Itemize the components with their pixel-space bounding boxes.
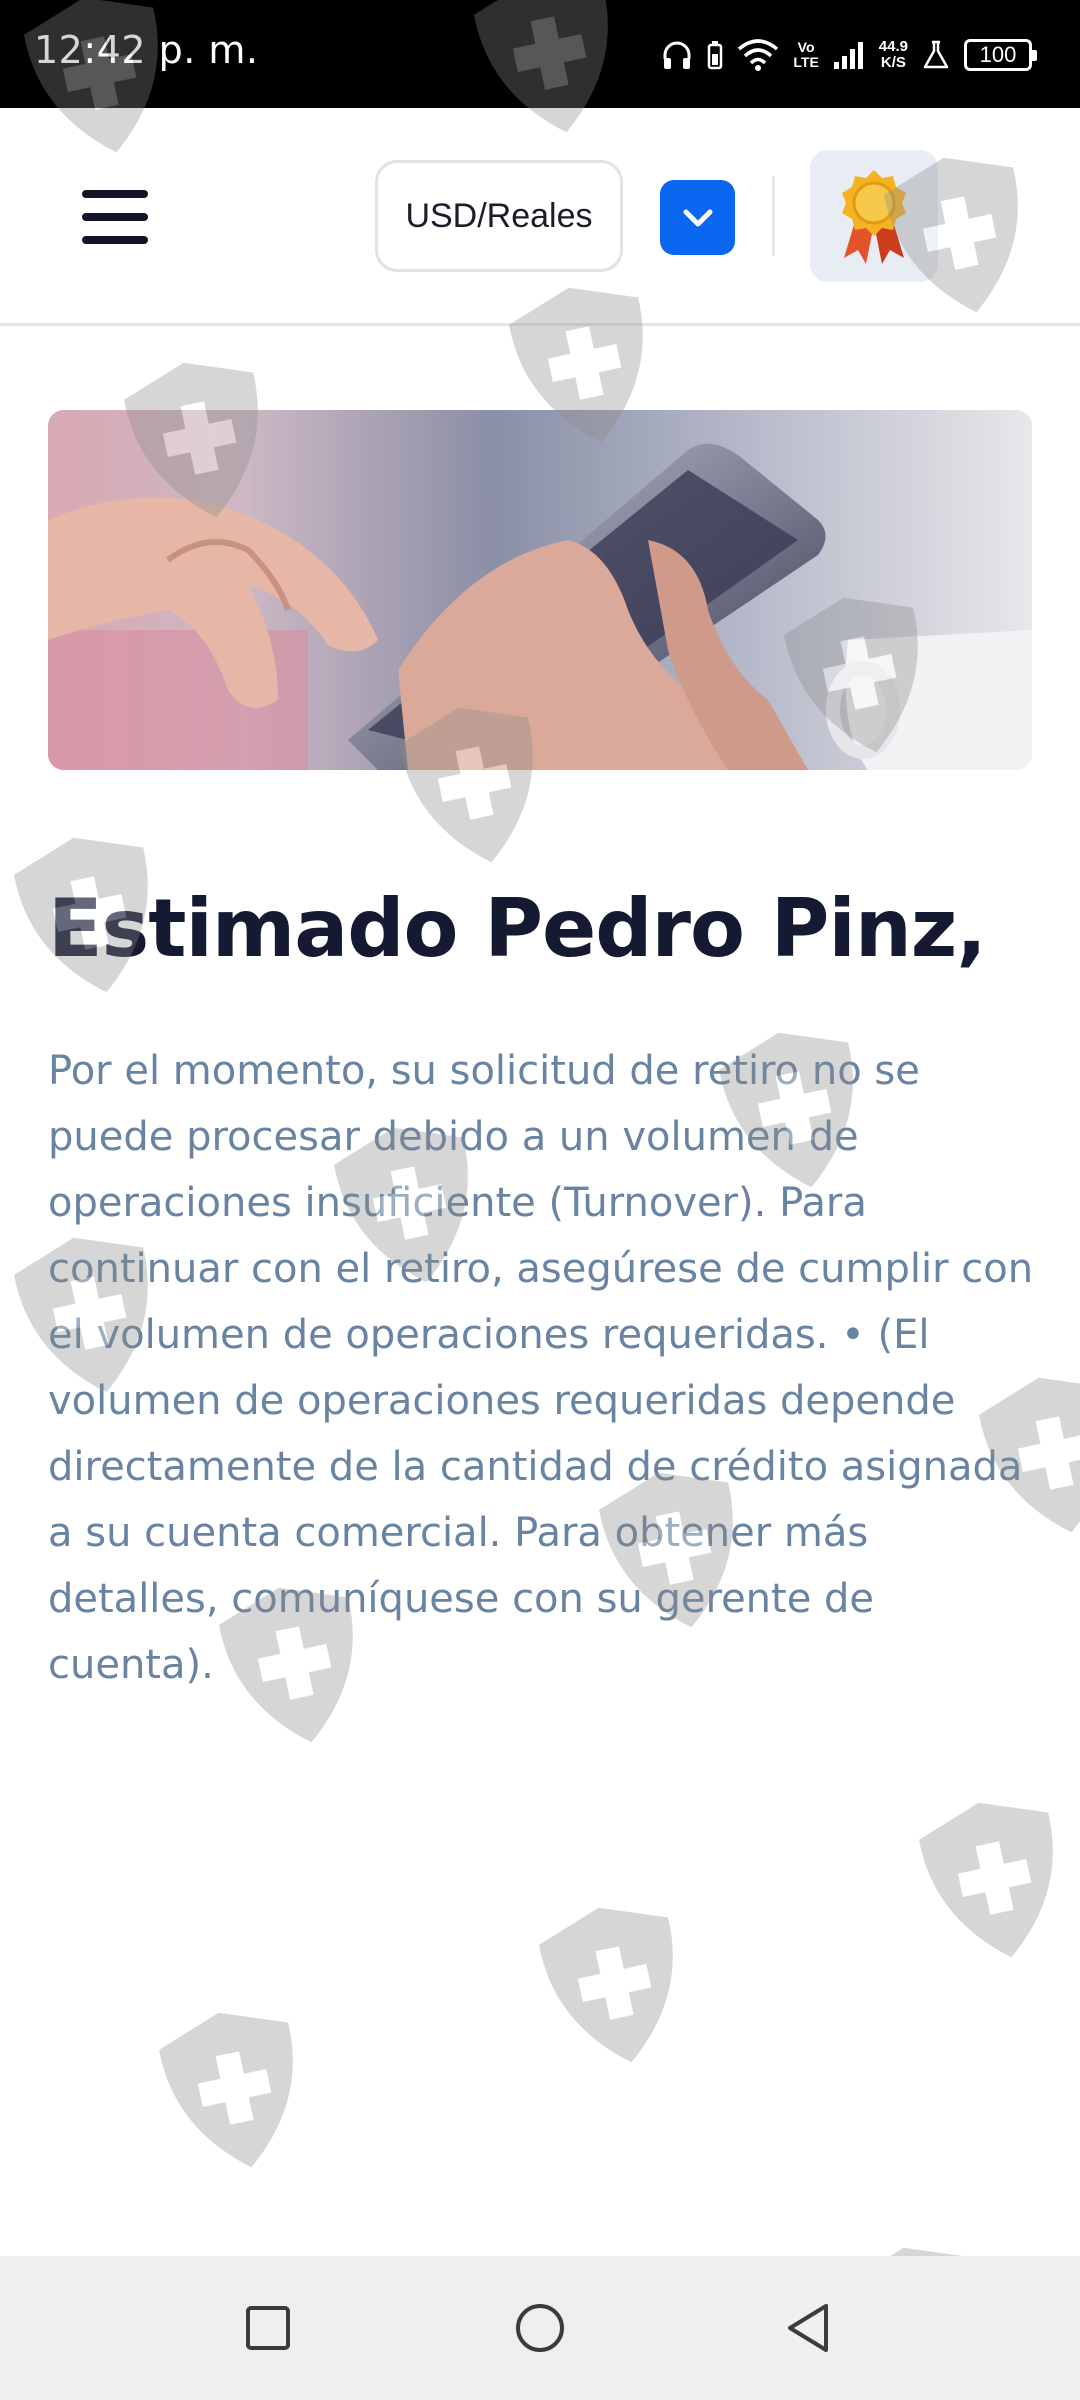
hand-holding-smartphone-photo xyxy=(48,410,1032,770)
battery-level: 100 xyxy=(979,42,1017,67)
system-nav-bar xyxy=(0,2256,1080,2400)
recents-square-icon[interactable] xyxy=(236,2296,300,2360)
wifi-icon xyxy=(738,39,779,71)
currency-label: USD/Reales xyxy=(405,196,593,235)
signal-icon xyxy=(833,42,863,69)
home-circle-icon[interactable] xyxy=(508,2296,572,2360)
status-bar: 12:42 p. m. Vo LTE 44.9 K/S 100 xyxy=(0,0,1080,108)
net-speed-icon: 44.9 K/S xyxy=(879,39,908,71)
battery-icon: 100 xyxy=(964,39,1037,71)
shield-watermark-icon xyxy=(919,1802,1053,1958)
status-icons: Vo LTE 44.9 K/S 100 xyxy=(661,30,1037,80)
hero-image xyxy=(48,410,1032,770)
withdrawal-message: Por el momento, su solicitud de retiro n… xyxy=(48,1048,1034,1688)
chevron-down-icon xyxy=(683,209,712,226)
volte-top: Vo xyxy=(797,39,815,55)
volte-bottom: LTE xyxy=(793,54,819,70)
app-header: USD/Reales xyxy=(0,108,1080,326)
shield-watermark-icon xyxy=(159,2012,293,2168)
award-badge-icon xyxy=(842,170,906,264)
hamburger-menu-icon[interactable] xyxy=(82,190,148,244)
currency-dropdown-button[interactable] xyxy=(660,180,735,255)
battery-saver-icon xyxy=(708,41,723,70)
status-time: 12:42 p. m. xyxy=(34,28,259,72)
shield-watermark-icon xyxy=(539,1907,673,2063)
greeting-heading: Estimado Pedro Pinz, xyxy=(48,882,987,975)
back-triangle-icon[interactable] xyxy=(776,2296,840,2360)
headphones-icon xyxy=(663,41,691,69)
volte-icon: Vo LTE xyxy=(793,40,818,70)
screen: 12:42 p. m. Vo LTE 44.9 K/S 100 USD/Real… xyxy=(0,0,1080,2400)
flask-icon xyxy=(923,40,949,69)
net-speed-value: 44.9 xyxy=(878,38,908,55)
net-speed-unit: K/S xyxy=(880,54,906,71)
currency-selector[interactable]: USD/Reales xyxy=(375,160,623,272)
header-divider xyxy=(772,176,775,256)
award-button[interactable] xyxy=(810,150,938,282)
